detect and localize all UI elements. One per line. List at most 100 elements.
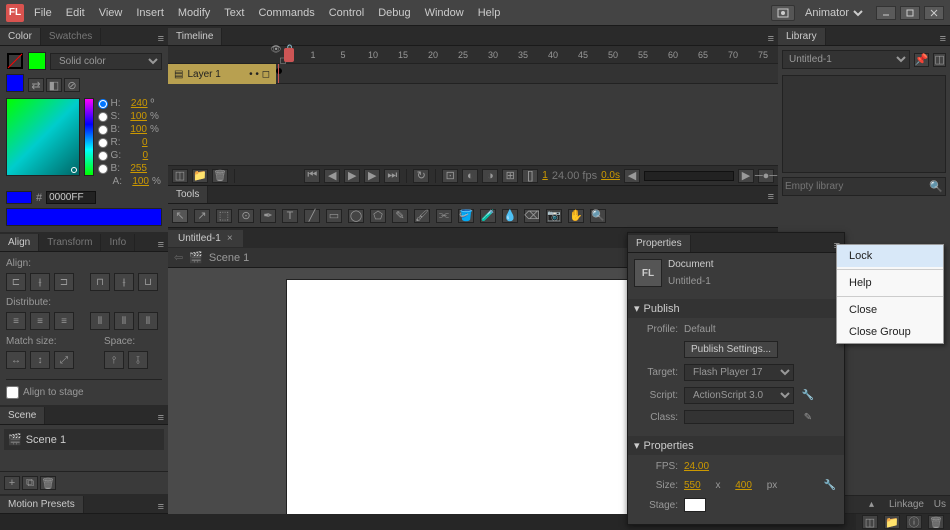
- timeline-panel-menu-icon[interactable]: ≡: [764, 33, 778, 45]
- sync-settings-icon[interactable]: [771, 5, 795, 21]
- camera-tool-icon[interactable]: 📷: [546, 209, 562, 223]
- tab-tools[interactable]: Tools: [168, 186, 208, 203]
- menu-text[interactable]: Text: [224, 7, 244, 19]
- col-linkage[interactable]: Linkage: [874, 499, 924, 510]
- align-right-icon[interactable]: ⊐: [54, 273, 74, 291]
- hue-slider[interactable]: [84, 98, 94, 176]
- color-picker-field[interactable]: [6, 98, 80, 176]
- dist-bottom-icon[interactable]: ≡: [54, 312, 74, 330]
- swap-colors-icon[interactable]: ⇄: [28, 78, 44, 92]
- value-h[interactable]: 240: [124, 98, 148, 109]
- radio-r[interactable]: [98, 138, 108, 148]
- scene-item[interactable]: 🎬 Scene 1: [4, 429, 164, 450]
- menu-commands[interactable]: Commands: [258, 7, 314, 19]
- paint-bucket-tool-icon[interactable]: 🪣: [458, 209, 474, 223]
- fps-value[interactable]: 24.00: [684, 461, 709, 472]
- new-symbol-icon[interactable]: ◫: [862, 515, 878, 529]
- script-settings-icon[interactable]: 🔧: [800, 389, 816, 403]
- radio-s[interactable]: [98, 112, 108, 122]
- zoom-tool-icon[interactable]: 🔍: [590, 209, 606, 223]
- tab-timeline[interactable]: Timeline: [168, 28, 222, 45]
- step-back-icon[interactable]: ◀: [324, 169, 340, 183]
- menu-window[interactable]: Window: [425, 7, 464, 19]
- layer-name[interactable]: ▤ Layer 1 • • ◻: [168, 64, 276, 84]
- step-fwd-icon[interactable]: ▶: [364, 169, 380, 183]
- value-r[interactable]: 0: [124, 137, 148, 148]
- value-a[interactable]: 100: [125, 176, 149, 187]
- tab-swatches[interactable]: Swatches: [41, 28, 101, 45]
- secondary-color-chip[interactable]: [6, 74, 24, 92]
- library-search-input[interactable]: [785, 181, 929, 192]
- oval-tool-icon[interactable]: ◯: [348, 209, 364, 223]
- menu-modify[interactable]: Modify: [178, 7, 210, 19]
- radio-b[interactable]: [98, 125, 108, 135]
- bone-tool-icon[interactable]: ⫘: [436, 209, 452, 223]
- back-icon[interactable]: ⇦: [174, 251, 183, 264]
- playhead-icon[interactable]: [284, 48, 294, 62]
- new-layer-icon[interactable]: ◫: [172, 169, 188, 183]
- size-settings-icon[interactable]: 🔧: [822, 478, 838, 492]
- tab-info[interactable]: Info: [101, 234, 135, 251]
- tab-motion-presets[interactable]: Motion Presets: [0, 496, 84, 513]
- align-bottom-icon[interactable]: ⊔: [138, 273, 158, 291]
- tab-align[interactable]: Align: [0, 234, 39, 251]
- properties-section-header[interactable]: ▾ Properties: [628, 436, 844, 455]
- align-vcenter-icon[interactable]: ⫲: [114, 273, 134, 291]
- fill-type-select[interactable]: Solid color: [50, 53, 162, 70]
- tab-library[interactable]: Library: [778, 28, 826, 45]
- timeline-scrollbar[interactable]: [644, 171, 734, 181]
- marker-icon[interactable]: []: [522, 169, 538, 183]
- new-library-icon[interactable]: ◫: [933, 53, 946, 67]
- radio-h[interactable]: [98, 99, 108, 109]
- line-tool-icon[interactable]: ╱: [304, 209, 320, 223]
- polystar-tool-icon[interactable]: ⬠: [370, 209, 386, 223]
- match-both-icon[interactable]: ⤢: [54, 351, 74, 369]
- stroke-color-icon[interactable]: [6, 52, 24, 70]
- space-v-icon[interactable]: ⫯: [104, 351, 124, 369]
- color-panel-menu-icon[interactable]: ≡: [154, 33, 168, 45]
- maximize-button[interactable]: [900, 6, 920, 20]
- play-icon[interactable]: ▶: [344, 169, 360, 183]
- value-s[interactable]: 100: [123, 111, 147, 122]
- new-folder-icon[interactable]: 📁: [192, 169, 208, 183]
- tab-properties[interactable]: Properties: [628, 235, 691, 252]
- class-input[interactable]: [684, 410, 794, 424]
- default-colors-icon[interactable]: ◧: [46, 78, 62, 92]
- dist-right-icon[interactable]: ⫴: [138, 312, 158, 330]
- subselection-tool-icon[interactable]: ↗: [194, 209, 210, 223]
- align-left-icon[interactable]: ⊏: [6, 273, 26, 291]
- onion-outline-icon[interactable]: ◑: [482, 169, 498, 183]
- stage-canvas[interactable]: [287, 280, 659, 514]
- close-button[interactable]: [924, 6, 944, 20]
- lasso-tool-icon[interactable]: ⊙: [238, 209, 254, 223]
- properties-lib-icon[interactable]: ⓘ: [906, 515, 922, 529]
- tools-panel-menu-icon[interactable]: ≡: [764, 191, 778, 203]
- value-g[interactable]: 0: [124, 150, 148, 161]
- value-b[interactable]: 100: [123, 124, 147, 135]
- no-color-icon[interactable]: ⊘: [64, 78, 80, 92]
- ctx-lock[interactable]: Lock: [837, 245, 943, 267]
- fill-color-chip[interactable]: [28, 52, 46, 70]
- pencil-tool-icon[interactable]: ✎: [392, 209, 408, 223]
- timeline-frames[interactable]: [276, 64, 778, 84]
- ctx-close[interactable]: Close: [837, 299, 943, 321]
- free-transform-tool-icon[interactable]: ⬚: [216, 209, 232, 223]
- radio-g[interactable]: [98, 151, 108, 161]
- ctx-close-group[interactable]: Close Group: [837, 321, 943, 343]
- rectangle-tool-icon[interactable]: ▭: [326, 209, 342, 223]
- align-top-icon[interactable]: ⊓: [90, 273, 110, 291]
- menu-file[interactable]: File: [34, 7, 52, 19]
- onion-skin-icon[interactable]: ◐: [462, 169, 478, 183]
- tab-transform[interactable]: Transform: [39, 234, 101, 251]
- ctx-help[interactable]: Help: [837, 272, 943, 294]
- pin-library-icon[interactable]: 📌: [914, 53, 930, 67]
- selection-tool-icon[interactable]: ↖: [172, 209, 188, 223]
- motion-panel-menu-icon[interactable]: ≡: [154, 501, 168, 513]
- align-hcenter-icon[interactable]: ⫲: [30, 273, 50, 291]
- library-panel-menu-icon[interactable]: ≡: [936, 33, 950, 45]
- loop-icon[interactable]: ↻: [413, 169, 429, 183]
- dist-vcenter-icon[interactable]: ≡: [30, 312, 50, 330]
- menu-help[interactable]: Help: [478, 7, 501, 19]
- eraser-tool-icon[interactable]: ⌫: [524, 209, 540, 223]
- tab-color[interactable]: Color: [0, 28, 41, 45]
